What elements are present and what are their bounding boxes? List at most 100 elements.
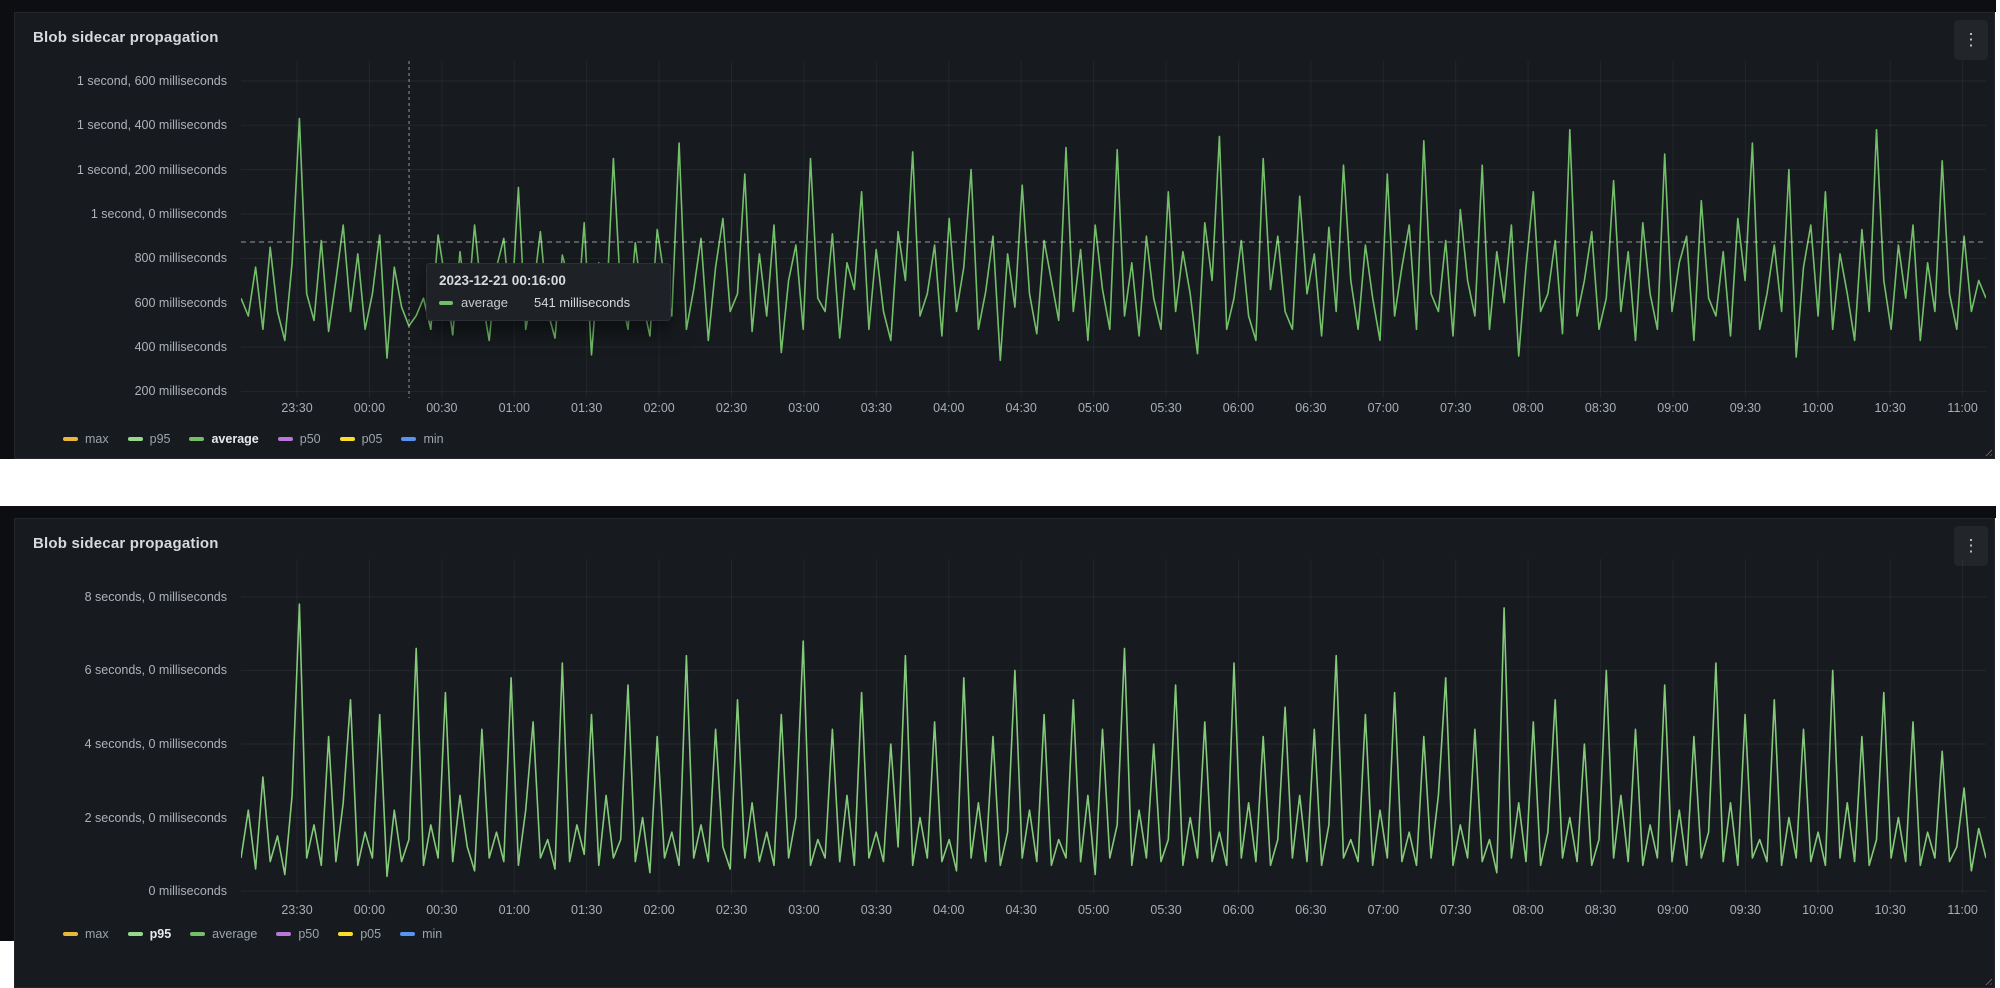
x-tick-label: 07:30: [1426, 400, 1486, 416]
legend-series-label: p50: [298, 927, 319, 941]
legend-series-label: p05: [360, 927, 381, 941]
legend-series-label: average: [212, 927, 257, 941]
legend-item-max[interactable]: max: [63, 927, 109, 941]
x-tick-label: 03:00: [774, 400, 834, 416]
legend: max p95 average p50 p05 min: [63, 925, 442, 943]
y-tick-label: 0 milliseconds: [15, 883, 227, 899]
panel-resize-handle[interactable]: [1983, 976, 1992, 985]
tooltip-timestamp: 2023-12-21 00:16:00: [439, 273, 658, 288]
tooltip-series-swatch: [439, 301, 453, 305]
tooltip: 2023-12-21 00:16:00 average 541 millisec…: [426, 263, 671, 321]
x-tick-label: 05:00: [1064, 902, 1124, 918]
x-tick-label: 10:00: [1788, 902, 1848, 918]
x-tick-label: 10:30: [1860, 902, 1920, 918]
x-tick-label: 02:00: [629, 902, 689, 918]
y-tick-label: 4 seconds, 0 milliseconds: [15, 736, 227, 752]
x-tick-label: 06:30: [1281, 902, 1341, 918]
panel-menu-button[interactable]: ⋮: [1954, 20, 1988, 60]
dashboard-background-strip: [0, 506, 14, 941]
legend-series-label: max: [85, 432, 109, 446]
x-tick-label: 07:00: [1353, 400, 1413, 416]
x-tick-label: 08:00: [1498, 400, 1558, 416]
panel-blob-sidecar-propagation-2: Blob sidecar propagation ⋮ 8 seconds, 0 …: [14, 518, 1995, 988]
legend-series-label: average: [211, 432, 258, 446]
y-tick-label: 600 milliseconds: [15, 295, 227, 311]
legend-item-p05[interactable]: p05: [338, 927, 381, 941]
x-tick-label: 08:00: [1498, 902, 1558, 918]
kebab-menu-icon: ⋮: [1963, 536, 1980, 555]
x-tick-label: 02:30: [702, 902, 762, 918]
plot-area[interactable]: 2023-12-21 00:16:00 average 541 millisec…: [241, 61, 1986, 398]
legend-series-swatch: [400, 932, 415, 936]
x-tick-label: 05:30: [1136, 400, 1196, 416]
legend-series-label: min: [422, 927, 442, 941]
x-tick-label: 23:30: [267, 400, 327, 416]
x-tick-label: 11:00: [1933, 400, 1993, 416]
x-tick-label: 08:30: [1571, 902, 1631, 918]
legend-series-label: p05: [362, 432, 383, 446]
legend-item-average[interactable]: average: [189, 432, 258, 446]
legend-series-label: p95: [150, 432, 171, 446]
panel-title[interactable]: Blob sidecar propagation: [33, 29, 219, 46]
x-tick-label: 04:30: [991, 902, 1051, 918]
legend-item-p05[interactable]: p05: [340, 432, 383, 446]
legend-item-min[interactable]: min: [401, 432, 443, 446]
dashboard-background-strip: [0, 506, 1996, 518]
dashboard-background-strip: [0, 0, 1996, 12]
legend-item-p95[interactable]: p95: [128, 927, 172, 941]
x-tick-label: 23:30: [267, 902, 327, 918]
x-tick-label: 04:00: [919, 400, 979, 416]
y-tick-label: 1 second, 200 milliseconds: [15, 162, 227, 178]
legend-item-p50[interactable]: p50: [278, 432, 321, 446]
legend-series-swatch: [63, 932, 78, 936]
x-tick-label: 10:30: [1860, 400, 1920, 416]
x-tick-label: 00:00: [339, 400, 399, 416]
legend-series-swatch: [338, 932, 353, 936]
chart-svg: [241, 61, 1986, 398]
x-tick-label: 05:00: [1064, 400, 1124, 416]
y-tick-label: 2 seconds, 0 milliseconds: [15, 810, 227, 826]
x-tick-label: 00:30: [412, 902, 472, 918]
tooltip-series-name: average: [461, 295, 508, 310]
legend-series-swatch: [128, 437, 143, 441]
legend-series-label: max: [85, 927, 109, 941]
legend-item-min[interactable]: min: [400, 927, 442, 941]
plot-area[interactable]: [241, 559, 1986, 894]
legend-series-swatch: [276, 932, 291, 936]
chart-svg: [241, 559, 1986, 894]
legend-series-swatch: [340, 437, 355, 441]
x-tick-label: 09:00: [1643, 902, 1703, 918]
x-tick-label: 02:30: [702, 400, 762, 416]
legend-item-p95[interactable]: p95: [128, 432, 171, 446]
x-tick-label: 00:00: [339, 902, 399, 918]
legend-item-max[interactable]: max: [63, 432, 109, 446]
x-tick-label: 06:00: [1208, 400, 1268, 416]
legend-item-p50[interactable]: p50: [276, 927, 319, 941]
x-tick-label: 01:30: [557, 902, 617, 918]
series-line: [241, 119, 1986, 361]
x-tick-label: 04:30: [991, 400, 1051, 416]
legend-item-average[interactable]: average: [190, 927, 257, 941]
panel-title[interactable]: Blob sidecar propagation: [33, 535, 219, 552]
x-tick-label: 01:30: [557, 400, 617, 416]
x-tick-label: 06:00: [1208, 902, 1268, 918]
x-tick-label: 08:30: [1571, 400, 1631, 416]
x-tick-label: 03:30: [846, 400, 906, 416]
legend-series-swatch: [401, 437, 416, 441]
x-tick-label: 09:30: [1715, 902, 1775, 918]
x-tick-label: 04:00: [919, 902, 979, 918]
panel-resize-handle[interactable]: [1983, 447, 1992, 456]
y-tick-label: 800 milliseconds: [15, 250, 227, 266]
x-tick-label: 05:30: [1136, 902, 1196, 918]
legend-series-swatch: [128, 932, 143, 936]
y-tick-label: 200 milliseconds: [15, 383, 227, 399]
x-tick-label: 07:00: [1353, 902, 1413, 918]
y-tick-label: 400 milliseconds: [15, 339, 227, 355]
y-tick-label: 1 second, 600 milliseconds: [15, 73, 227, 89]
y-tick-label: 1 second, 0 milliseconds: [15, 206, 227, 222]
kebab-menu-icon: ⋮: [1963, 30, 1980, 49]
x-tick-label: 00:30: [412, 400, 472, 416]
legend-series-label: p50: [300, 432, 321, 446]
x-tick-label: 06:30: [1281, 400, 1341, 416]
legend-series-label: p95: [150, 927, 172, 941]
